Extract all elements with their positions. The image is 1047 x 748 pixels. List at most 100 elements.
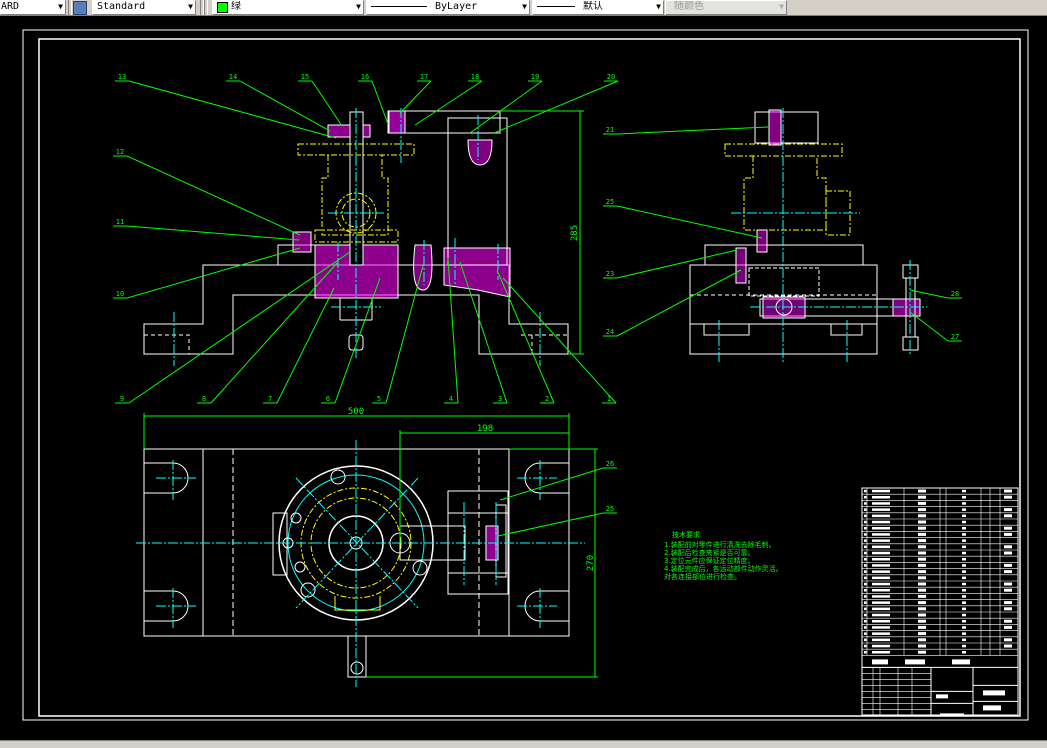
balloon-number: 25 (606, 198, 614, 206)
handle-tab (347, 635, 367, 678)
part-row-mark (864, 514, 867, 518)
part-row-mark (864, 620, 867, 623)
tech-req-line: 1.装配前对零件进行清洗去除毛刺。 (664, 540, 776, 549)
balloon-number: 21 (606, 126, 614, 134)
leader-line (493, 80, 619, 134)
part-row-mark (864, 582, 867, 586)
chevron-down-icon: ▼ (188, 2, 193, 11)
balloon-number: 13 (118, 73, 126, 81)
tech-req-line: 对各连接部位进行检查。 (664, 572, 741, 581)
part-row-mark (864, 564, 867, 567)
part-row-mark (864, 496, 867, 499)
part-row-mark (864, 502, 867, 505)
part-row-mark (864, 626, 867, 629)
leader-line (311, 80, 343, 127)
text-style-value: ARD (1, 1, 20, 12)
part-row-mark (864, 607, 867, 611)
part-row-mark (864, 589, 867, 592)
dimension-offset-text: 198 (477, 424, 493, 434)
leader-line (128, 251, 351, 404)
color-swatch (217, 2, 228, 13)
tech-req-line: 3.定位元件应保证定位精度。 (664, 556, 755, 565)
balloon-number: 8 (202, 395, 206, 403)
color-dropdown[interactable]: 绿 ▼ (212, 0, 364, 15)
chevron-down-icon: ▼ (58, 2, 63, 11)
balloon-number: 14 (229, 73, 237, 81)
leader-line (210, 261, 339, 404)
side-support-plate (704, 244, 864, 266)
properties-toolbar: ARD ▼ Standard ▼ 绿 ▼ ByLayer ▼ 默认 ▼ 随颜色 ▼ (0, 0, 1047, 16)
top-dimensions (143, 413, 598, 678)
part-row-mark (864, 489, 867, 493)
leader-line (497, 512, 604, 537)
part-row-mark (864, 545, 867, 549)
lineweight-dropdown[interactable]: 默认 ▼ (532, 0, 664, 15)
balloon-number: 19 (531, 73, 539, 81)
tech-req-title: 技术要求 (672, 530, 700, 539)
arm-bolt-hatch (388, 110, 406, 134)
leader-line (399, 80, 432, 114)
part-row-mark (864, 570, 867, 573)
part-row-mark (864, 632, 867, 635)
leader-line (496, 269, 555, 404)
balloon-number: 1 (607, 395, 611, 403)
text-style-dropdown[interactable]: ARD ▼ (0, 0, 66, 15)
chevron-down-icon: ▼ (522, 2, 527, 11)
balloon-number: 23 (606, 270, 614, 278)
leader-line (371, 80, 389, 125)
cad-drawing: 285 500 198 270 13 14 15 16 17 18 19 201… (22, 29, 1029, 721)
part-row-mark (864, 651, 867, 654)
part-row-mark (864, 613, 867, 617)
balloon-number: 24 (606, 328, 614, 336)
tech-req-line: 2.装配后检查夹紧是否可靠。 (664, 548, 755, 557)
part-row-mark (864, 508, 867, 511)
top-view: 500 198 270 (136, 407, 598, 687)
balloon-number: 6 (326, 395, 330, 403)
leader-line (276, 287, 335, 404)
dimension-height-text: 285 (570, 225, 580, 241)
leader-line (616, 269, 742, 337)
part-row-mark (864, 520, 867, 524)
part-row-mark (864, 551, 867, 555)
chevron-down-icon: ▼ (656, 2, 661, 11)
dimension-style-dropdown[interactable]: Standard ▼ (92, 0, 196, 15)
leader-line (126, 225, 300, 241)
part-row-mark (864, 644, 867, 648)
linetype-dropdown[interactable]: ByLayer ▼ (366, 0, 530, 15)
lineweight-value: 默认 (583, 1, 603, 12)
balloon-leaders: 13 14 15 16 17 18 19 201211109 8 7 6 5 4 3 2 1212523242… (113, 73, 962, 537)
balloon-number: 3 (498, 395, 502, 403)
right-block-hatch (443, 247, 511, 298)
balloon-number: 17 (420, 73, 428, 81)
balloon-number: 26 (606, 460, 614, 468)
chevron-down-icon: ▼ (779, 2, 784, 11)
balloon-number: 12 (116, 148, 124, 156)
toolbar-separator (68, 0, 72, 15)
drawing-frame-outer (22, 29, 1029, 721)
part-row-mark (864, 601, 867, 604)
balloon-number: 15 (301, 73, 309, 81)
plot-style-value: 随颜色 (674, 1, 704, 12)
front-view: 285 (143, 108, 584, 366)
part-row-mark (864, 539, 867, 542)
balloon-number: 9 (120, 395, 124, 403)
side-cavity (748, 267, 820, 297)
side-workpiece-phantom (724, 143, 851, 236)
leader-line (616, 126, 769, 135)
chevron-down-icon: ▼ (356, 2, 361, 11)
part-row-mark (864, 576, 867, 580)
part-row-mark (864, 638, 867, 642)
balloon-number: 28 (951, 290, 959, 298)
lineweight-sample (537, 5, 575, 7)
bolt-holes (282, 469, 428, 598)
balloon-number: 16 (361, 73, 369, 81)
plot-style-dropdown: 随颜色 ▼ (665, 0, 787, 15)
dimension-style-icon[interactable] (73, 1, 87, 15)
balloon-number: 5 (377, 395, 381, 403)
balloon-number: 2 (545, 395, 549, 403)
leader-line (616, 249, 738, 279)
balloon-number: 20 (607, 73, 615, 81)
drawing-canvas[interactable]: 285 500 198 270 13 14 15 16 17 18 19 20 … (0, 16, 1047, 740)
leader-line (616, 205, 763, 239)
parts-list-title-block (861, 487, 1019, 717)
